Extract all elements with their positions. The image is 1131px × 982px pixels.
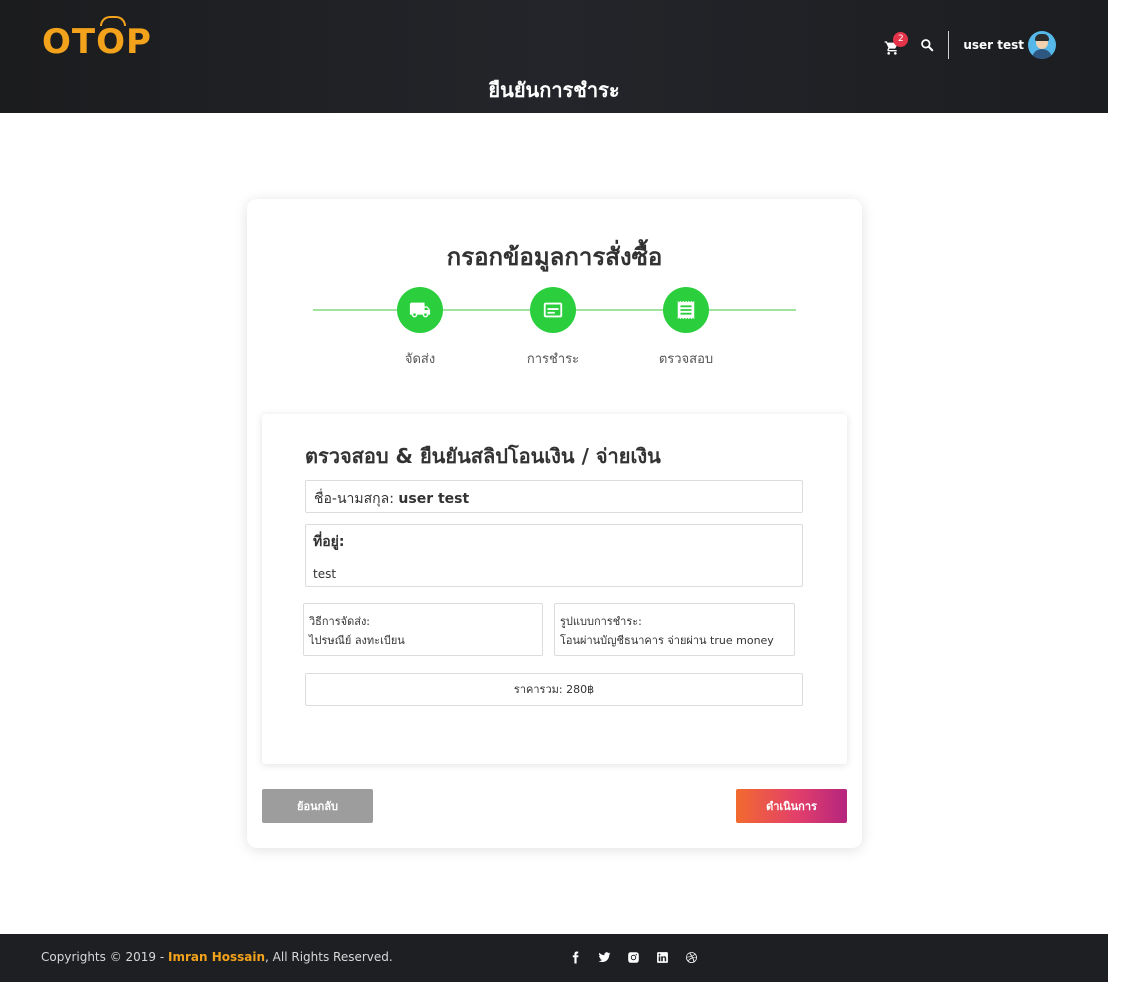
social-links [568,950,713,964]
step-payment: การชำระ [508,287,598,369]
search-icon[interactable] [920,38,934,52]
step-label: ตรวจสอบ [658,352,714,367]
step-label: การชำระ [526,352,580,367]
dribbble-icon[interactable] [684,950,698,964]
payment-method-field: รูปแบบการชำระ: โอนผ่านบัญชีธนาคาร จ่ายผ่… [554,603,795,656]
site-footer: Copyrights © 2019 - Imran Hossain, All R… [0,934,1108,982]
avatar[interactable] [1028,31,1056,59]
twitter-icon[interactable] [597,950,611,964]
nav-divider [948,31,950,59]
step-payment-circle [530,287,576,333]
name-label: ชื่อ-นามสกุล: [314,491,394,507]
total-price: ราคารวม: 280฿ [305,673,803,706]
shipping-value: ไปรษณีย์ ลงทะเบียน [309,634,405,647]
step-review: ตรวจสอบ [641,287,731,369]
step-shipping: จัดส่ง [375,287,465,369]
page-title: ยืนยันการชำระ [488,78,620,102]
shipping-method-field: วิธีการจัดส่ง: ไปรษณีย์ ลงทะเบียน [303,603,543,656]
author-link[interactable]: Imran Hossain [168,950,265,964]
step-shipping-circle [397,287,443,333]
card-icon [543,302,563,318]
logo-text: OTOP [42,22,152,62]
copyright-text: Copyrights © 2019 - Imran Hossain, All R… [41,950,393,964]
header-nav: 2 user test [884,30,1056,60]
name-field: ชื่อ-นามสกุล: user test [305,480,803,513]
receipt-icon [677,300,695,320]
name-value: user test [398,491,470,507]
logo-roof-ornament [100,16,126,26]
payment-value: โอนผ่านบัญชีธนาคาร จ่ายผ่าน true money [560,634,774,647]
back-button[interactable]: ย้อนกลับ [262,789,373,823]
instagram-icon[interactable] [626,950,640,964]
shipping-label: วิธีการจัดส่ง: [309,615,371,628]
site-header: OTOP ยืนยันการชำระ 2 user test [0,0,1108,113]
review-panel: ตรวจสอบ & ยืนยันสลิปโอนเงิน / จ่ายเงิน ช… [262,414,847,764]
linkedin-icon[interactable] [655,950,669,964]
address-label: ที่อยู่: [313,534,345,550]
payment-label: รูปแบบการชำระ: [560,615,642,628]
cart-button[interactable]: 2 [884,32,909,55]
step-review-circle [663,287,709,333]
proceed-button[interactable]: ดำเนินการ [736,789,847,823]
address-field: ที่อยู่: test [305,524,803,587]
cart-count-badge: 2 [893,32,909,47]
review-title: ตรวจสอบ & ยืนยันสลิปโอนเงิน / จ่ายเงิน [305,444,661,468]
facebook-icon[interactable] [568,950,582,964]
address-value: test [313,567,337,581]
step-label: จัดส่ง [404,352,436,367]
checkout-card: กรอกข้อมูลการสั่งซื้อ จัดส่ง การชำระ ตรว… [247,199,862,848]
otop-logo[interactable]: OTOP [42,16,152,62]
card-title: กรอกข้อมูลการสั่งซื้อ [446,243,663,271]
username[interactable]: user test [963,38,1024,52]
truck-icon [409,302,431,318]
